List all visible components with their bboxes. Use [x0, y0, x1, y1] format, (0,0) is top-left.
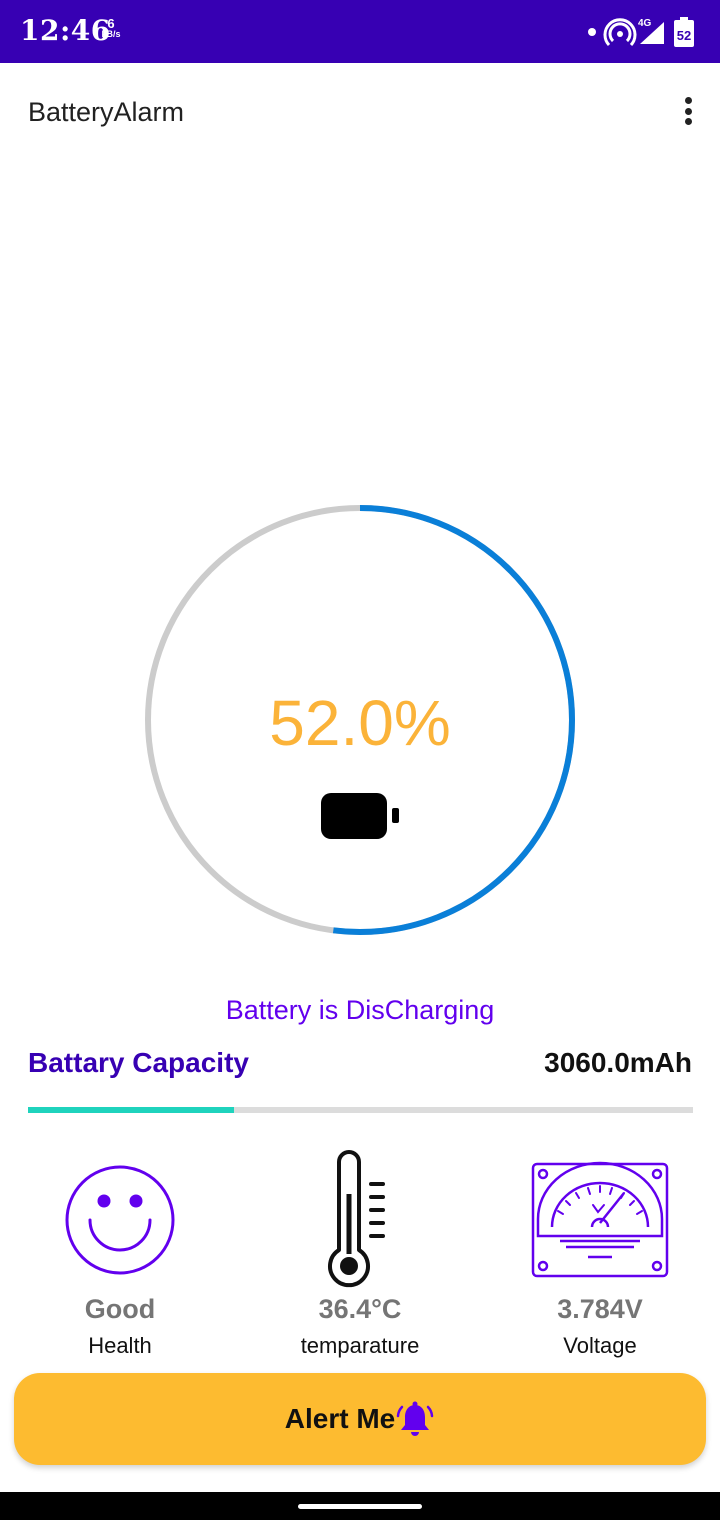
status-icons: 4G 52: [588, 17, 694, 47]
app-title: BatteryAlarm: [28, 97, 185, 127]
voltage-stat: 3.784V Voltage: [480, 1150, 720, 1359]
navigation-bar: [0, 1492, 720, 1520]
capacity-value: 3060.0mAh: [544, 1047, 692, 1078]
temperature-label: temparature: [300, 1333, 420, 1358]
battery-percent: 52.0%: [269, 687, 451, 759]
notification-dot-icon: [588, 28, 596, 36]
health-stat: Good Health: [0, 1150, 240, 1359]
more-vert-icon[interactable]: [678, 93, 698, 129]
network-type-label: 4G: [638, 18, 652, 29]
charge-status: Battery is DisCharging: [225, 995, 495, 1025]
battery-icon: [321, 793, 399, 839]
alert-me-button[interactable]: Alert Me: [14, 1373, 706, 1465]
network-speed-value: 6: [107, 16, 115, 31]
voltage-value: 3.784V: [557, 1294, 643, 1324]
temperature-value: 36.4°C: [318, 1294, 402, 1324]
thermometer-icon: [328, 1150, 385, 1288]
capacity-bar: [28, 1107, 693, 1113]
health-label: Health: [88, 1333, 152, 1358]
capacity-bar-fill: [28, 1107, 235, 1113]
temperature-stat: 36.4°C temparature: [240, 1150, 480, 1359]
battery-gauge: 52.0%: [140, 500, 580, 940]
bell-ringing-icon: [396, 1401, 434, 1436]
app-bar: BatteryAlarm: [0, 63, 720, 161]
status-bar: 12:46 6 kB/s 4G 52: [0, 0, 720, 63]
capacity-label: Battary Capacity: [28, 1047, 249, 1078]
hotspot-icon: [603, 18, 637, 47]
smiley-face-icon: [65, 1165, 175, 1275]
battery-icon: 52: [674, 17, 694, 47]
home-gesture-handle[interactable]: [298, 1504, 422, 1509]
menu-dot: [684, 118, 692, 125]
voltmeter-icon: [531, 1161, 669, 1278]
alert-me-label: Alert Me: [284, 1403, 396, 1434]
menu-dot: [684, 97, 692, 104]
network-speed-unit: kB/s: [101, 29, 121, 39]
voltage-label: Voltage: [563, 1333, 637, 1358]
status-battery-level: 52: [677, 28, 691, 43]
network-speed: 6 kB/s: [98, 16, 124, 40]
health-value: Good: [84, 1294, 156, 1324]
menu-dot: [684, 107, 692, 115]
